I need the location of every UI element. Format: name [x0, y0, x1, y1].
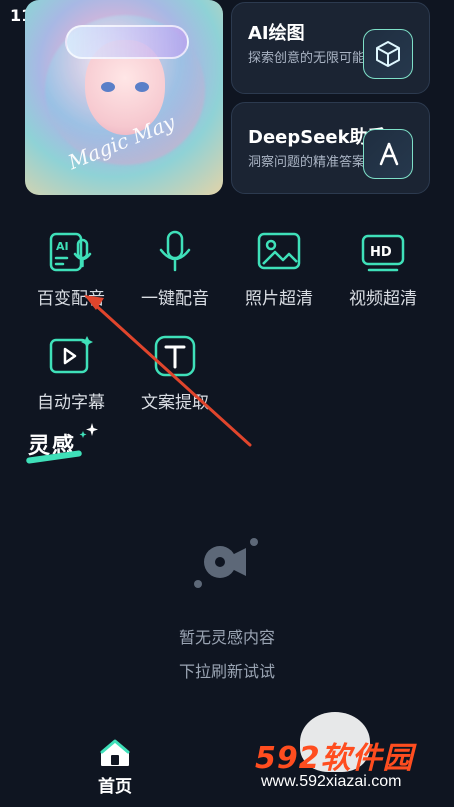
watermark: 592软件园 www.592xiazai.com	[255, 725, 445, 800]
svg-text:AI: AI	[56, 240, 69, 253]
tool-text-extract[interactable]: 文案提取	[120, 332, 230, 424]
card-subtitle: 探索创意的无限可能	[248, 51, 366, 66]
text-extract-icon	[154, 335, 196, 377]
hero-eye	[135, 82, 149, 92]
hero-goggles	[65, 25, 189, 59]
tool-video-enhance[interactable]: HD 视频超清	[328, 228, 438, 320]
nav-home-label: 首页	[98, 777, 132, 797]
tool-label: 文案提取	[141, 393, 209, 413]
nav-home-tab[interactable]: 首页	[95, 738, 135, 797]
tool-one-click-dub[interactable]: 一键配音	[120, 228, 230, 320]
card-title: AI绘图	[248, 23, 305, 44]
tool-label: 视频超清	[349, 289, 417, 309]
watermark-logo-text: 592软件园	[255, 741, 414, 776]
tool-label: 百变配音	[37, 289, 105, 309]
tool-label: 照片超清	[245, 289, 313, 309]
tool-auto-subtitle[interactable]: 自动字幕	[16, 332, 126, 424]
tool-voice-changer[interactable]: AI 百变配音	[16, 228, 126, 320]
watermark-url: www.592xiazai.com	[261, 773, 402, 790]
video-subtitle-icon	[49, 336, 93, 374]
microphone-icon	[159, 230, 191, 272]
inspiration-section-title: 灵感	[25, 423, 98, 464]
tool-label: 自动字幕	[37, 393, 105, 413]
tool-label: 一键配音	[141, 289, 209, 309]
hd-icon: HD	[361, 234, 405, 272]
card-subtitle: 洞察问题的精准答案	[248, 155, 366, 170]
deepseek-assistant-card[interactable]: DeepSeek助手 洞察问题的精准答案	[231, 102, 430, 194]
empty-video-icon	[194, 538, 258, 588]
cube-icon	[363, 29, 413, 79]
image-icon	[257, 232, 301, 270]
ai-drawing-card[interactable]: AI绘图 探索创意的无限可能	[231, 2, 430, 94]
home-icon	[100, 739, 130, 766]
ai-voice-icon: AI	[49, 232, 92, 272]
hero-eye	[101, 82, 115, 92]
tool-photo-enhance[interactable]: 照片超清	[224, 228, 334, 320]
sparkle-icon	[79, 423, 98, 438]
empty-hint: 下拉刷新试试	[178, 662, 275, 681]
deepseek-a-icon	[363, 129, 413, 179]
hero-banner[interactable]: Magic May	[25, 0, 223, 195]
empty-message: 暂无灵感内容	[178, 628, 275, 647]
svg-text:HD: HD	[370, 245, 392, 260]
